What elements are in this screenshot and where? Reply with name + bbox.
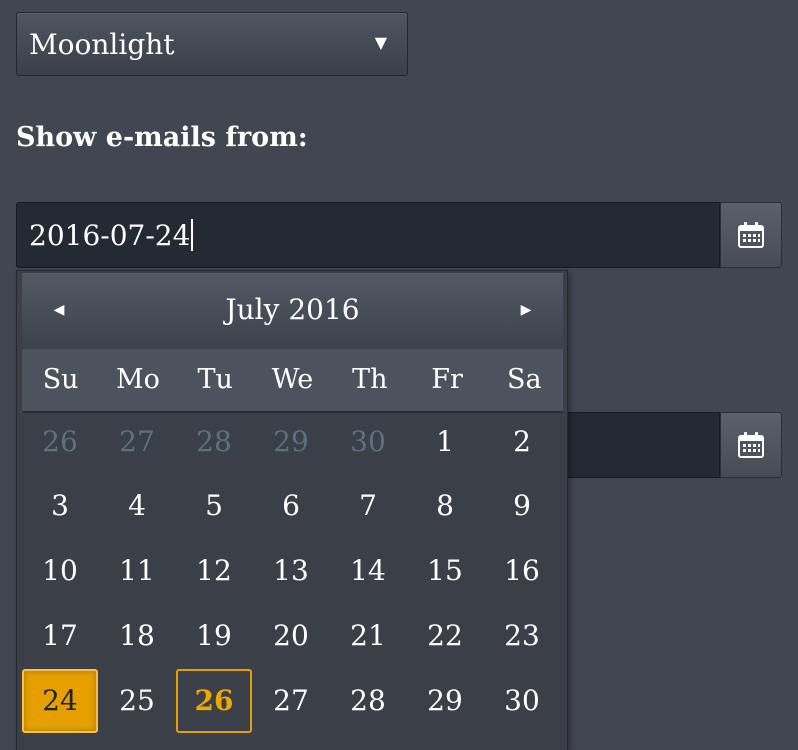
calendar-day[interactable]: 6 xyxy=(253,474,329,538)
weekday-label: Th xyxy=(352,364,388,395)
weekday-label: Mo xyxy=(115,364,160,395)
chevron-down-icon[interactable]: ▼ xyxy=(375,33,387,52)
calendar-day[interactable]: 11 xyxy=(99,539,175,603)
calendar-day[interactable]: 2 xyxy=(484,410,560,474)
calendar-day[interactable]: 9 xyxy=(484,474,560,538)
calendar-day[interactable]: 27 xyxy=(253,669,329,733)
calendar-day[interactable]: 29 xyxy=(253,410,329,474)
calendar-day[interactable]: 18 xyxy=(99,604,175,668)
weekday-label: We xyxy=(271,364,314,395)
calendar-day[interactable]: 30 xyxy=(484,669,560,733)
calendar-day[interactable]: 7 xyxy=(330,474,406,538)
calendar-day-today[interactable]: 26 xyxy=(176,669,252,733)
calendar-day[interactable]: 14 xyxy=(330,539,406,603)
calendar-day[interactable]: 1 xyxy=(407,410,483,474)
date-to-input[interactable] xyxy=(566,412,720,478)
calendar-day[interactable]: 20 xyxy=(253,604,329,668)
date-from-value: 2016-07-24 xyxy=(29,219,191,252)
calendar-day[interactable]: 27 xyxy=(99,410,175,474)
calendar-day[interactable]: 30 xyxy=(330,410,406,474)
calendar-day[interactable]: 21 xyxy=(330,604,406,668)
calendar-icon xyxy=(738,432,764,458)
date-to-calendar-button[interactable] xyxy=(720,412,782,478)
weekday-label: Tu xyxy=(197,364,233,395)
theme-select[interactable]: Moonlight ▼ xyxy=(16,12,408,76)
calendar-icon xyxy=(738,222,764,248)
calendar-day-selected[interactable]: 24 xyxy=(22,669,98,733)
date-from-calendar-button[interactable] xyxy=(720,202,782,268)
weekday-label: Sa xyxy=(507,364,542,395)
calendar-day[interactable]: 26 xyxy=(22,410,98,474)
calendar-day[interactable]: 12 xyxy=(176,539,252,603)
calendar-day[interactable]: 10 xyxy=(22,539,98,603)
calendar-popup: ◀ July 2016 ▶ Su Mo Tu We Th Fr Sa 26 27 2… xyxy=(16,270,568,750)
calendar-day[interactable]: 19 xyxy=(176,604,252,668)
calendar-day[interactable]: 29 xyxy=(407,669,483,733)
calendar-day[interactable]: 16 xyxy=(484,539,560,603)
calendar-day[interactable]: 28 xyxy=(176,410,252,474)
text-caret xyxy=(191,219,194,251)
calendar-month-title[interactable]: July 2016 xyxy=(22,293,563,327)
calendar-header: ◀ July 2016 ▶ xyxy=(22,273,563,349)
date-from-input[interactable]: 2016-07-24 xyxy=(16,202,720,268)
calendar-day[interactable]: 25 xyxy=(99,669,175,733)
calendar-day[interactable]: 5 xyxy=(176,474,252,538)
calendar-day[interactable]: 4 xyxy=(99,474,175,538)
calendar-day[interactable]: 17 xyxy=(22,604,98,668)
weekday-header-row: Su Mo Tu We Th Fr Sa xyxy=(22,349,563,413)
calendar-day[interactable]: 8 xyxy=(407,474,483,538)
calendar-day[interactable]: 3 xyxy=(22,474,98,538)
calendar-day[interactable]: 22 xyxy=(407,604,483,668)
theme-select-value: Moonlight xyxy=(29,28,175,61)
calendar-day[interactable]: 13 xyxy=(253,539,329,603)
calendar-day[interactable]: 23 xyxy=(484,604,560,668)
calendar-day[interactable]: 15 xyxy=(407,539,483,603)
weekday-label: Fr xyxy=(431,364,463,395)
filter-label: Show e-mails from: xyxy=(16,122,308,153)
weekday-label: Su xyxy=(42,364,79,395)
calendar-day[interactable]: 28 xyxy=(330,669,406,733)
next-month-icon[interactable]: ▶ xyxy=(511,301,541,319)
